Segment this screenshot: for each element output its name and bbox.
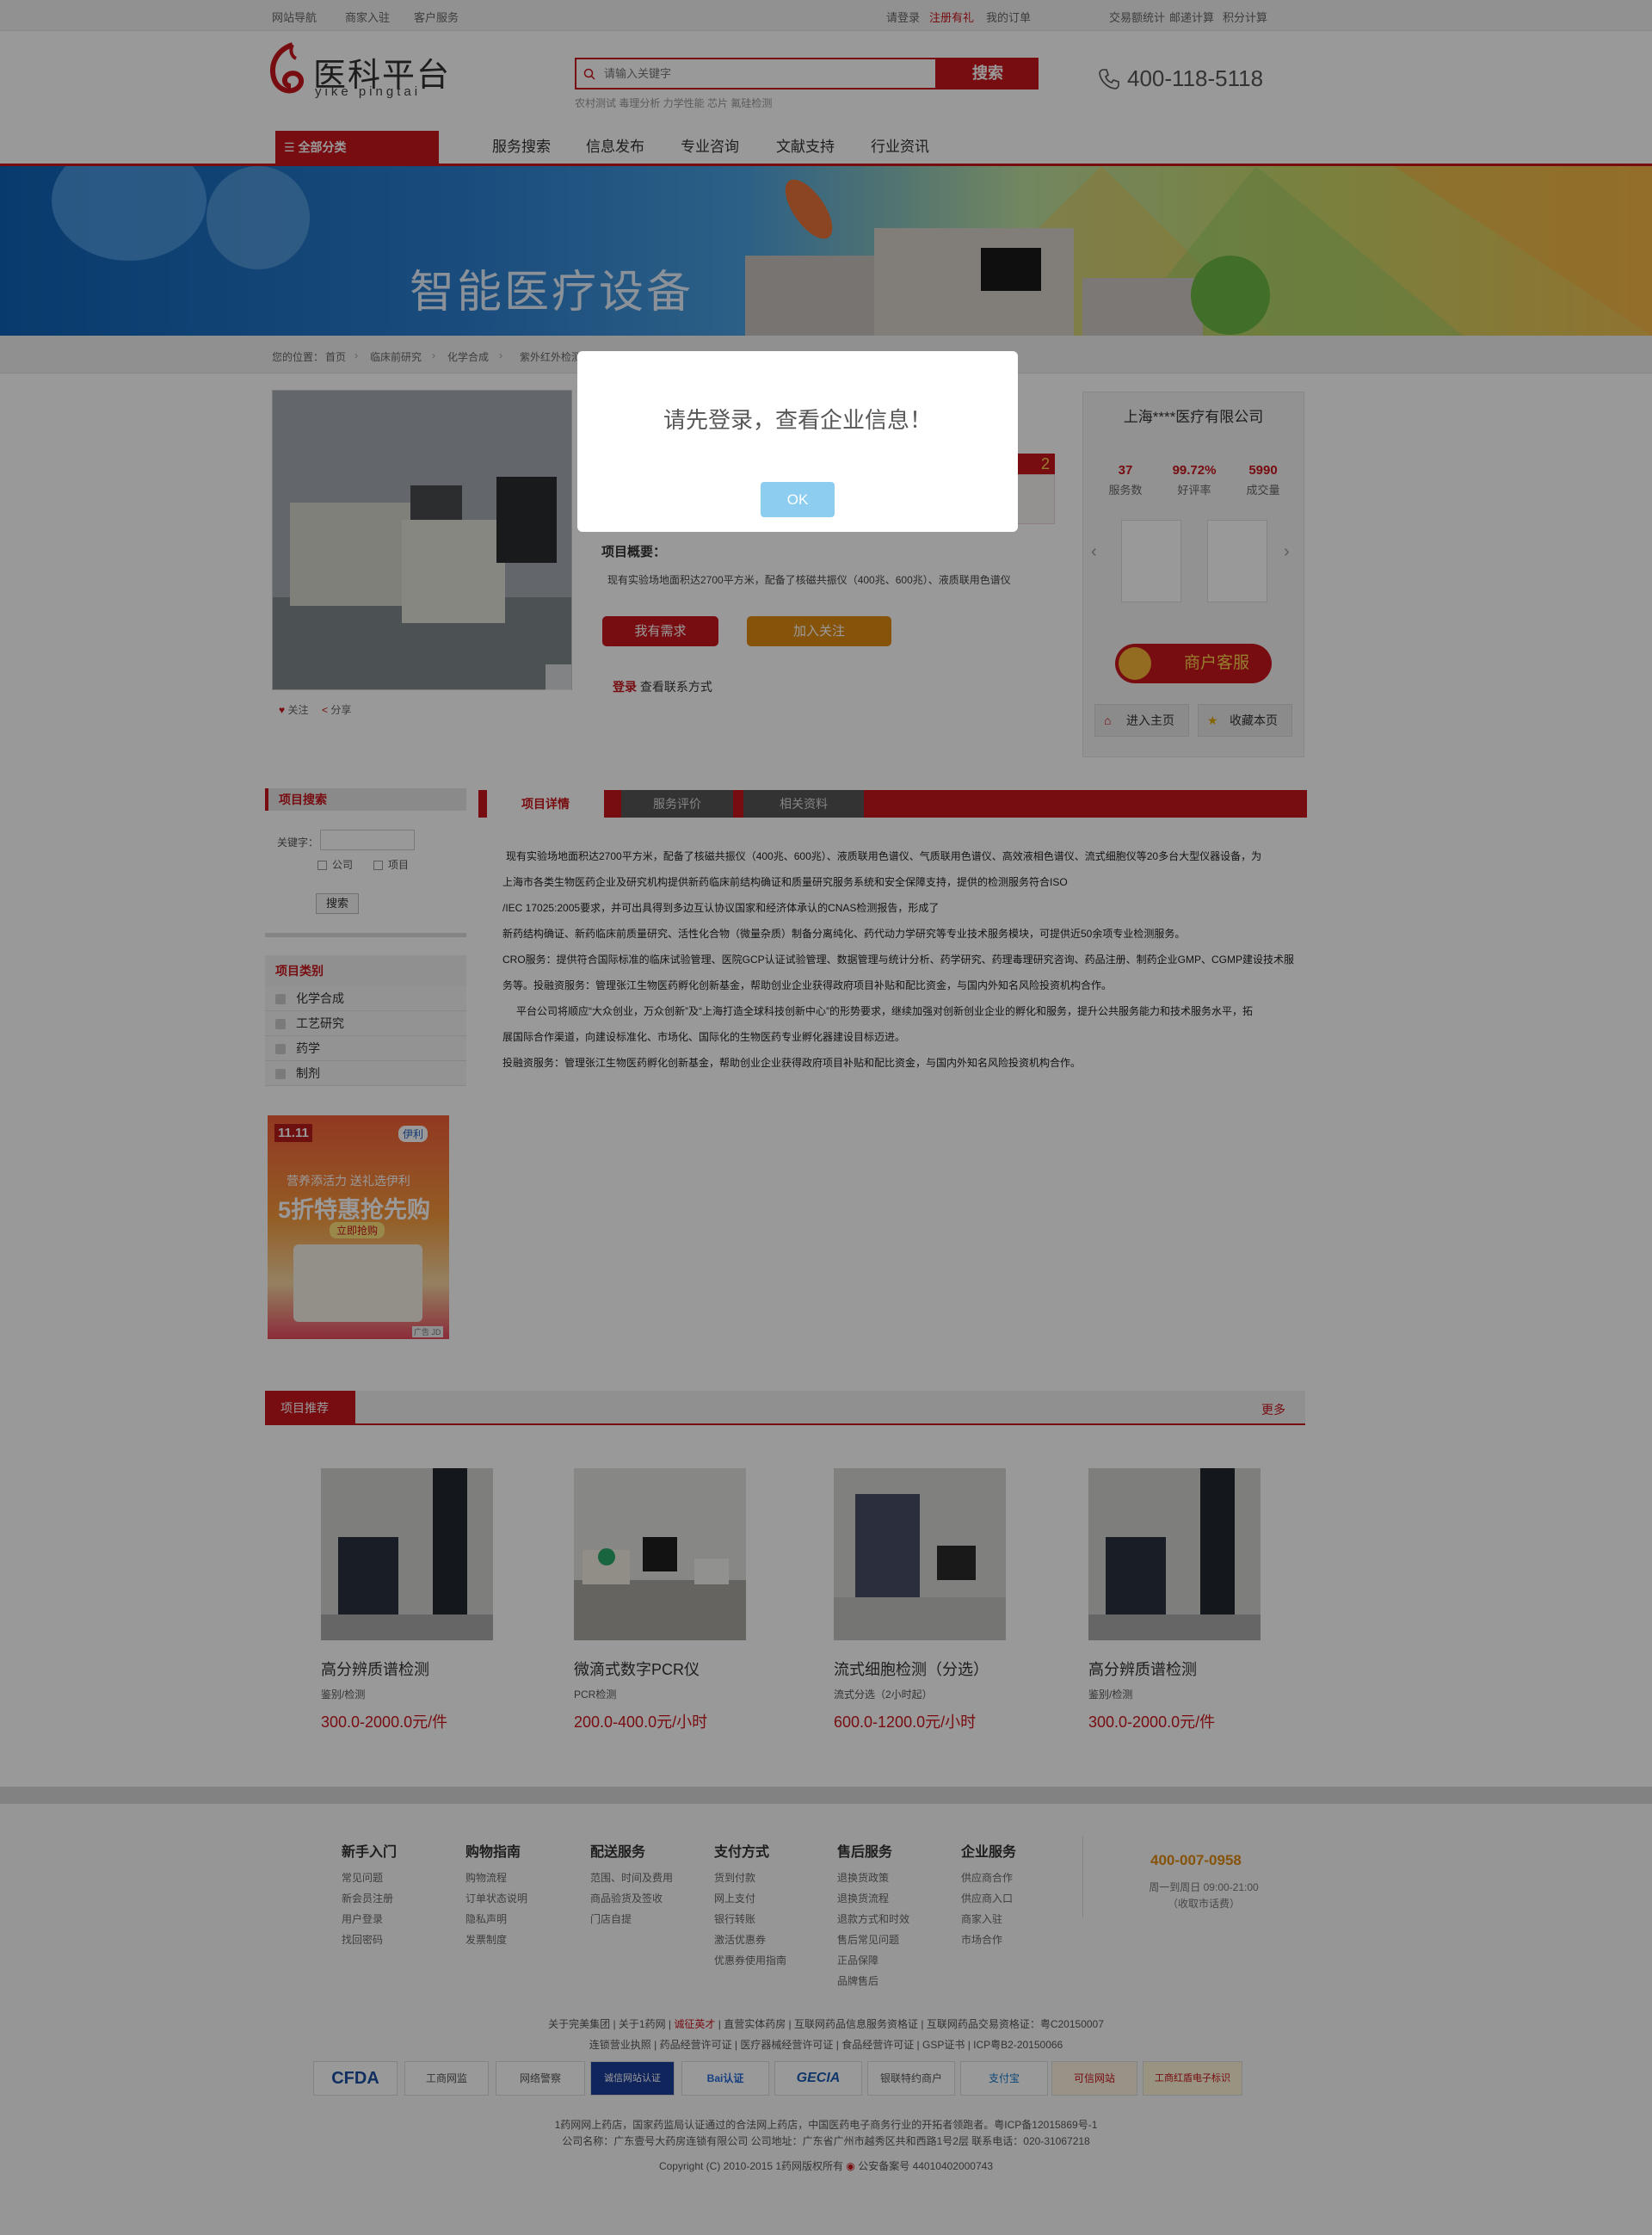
ok-button[interactable]: OK [761, 482, 835, 517]
dialog-message: 请先登录，查看企业信息！ [663, 407, 932, 433]
modal-overlay[interactable] [0, 0, 1652, 2235]
login-required-dialog: 请先登录，查看企业信息！ OK [577, 351, 1018, 532]
